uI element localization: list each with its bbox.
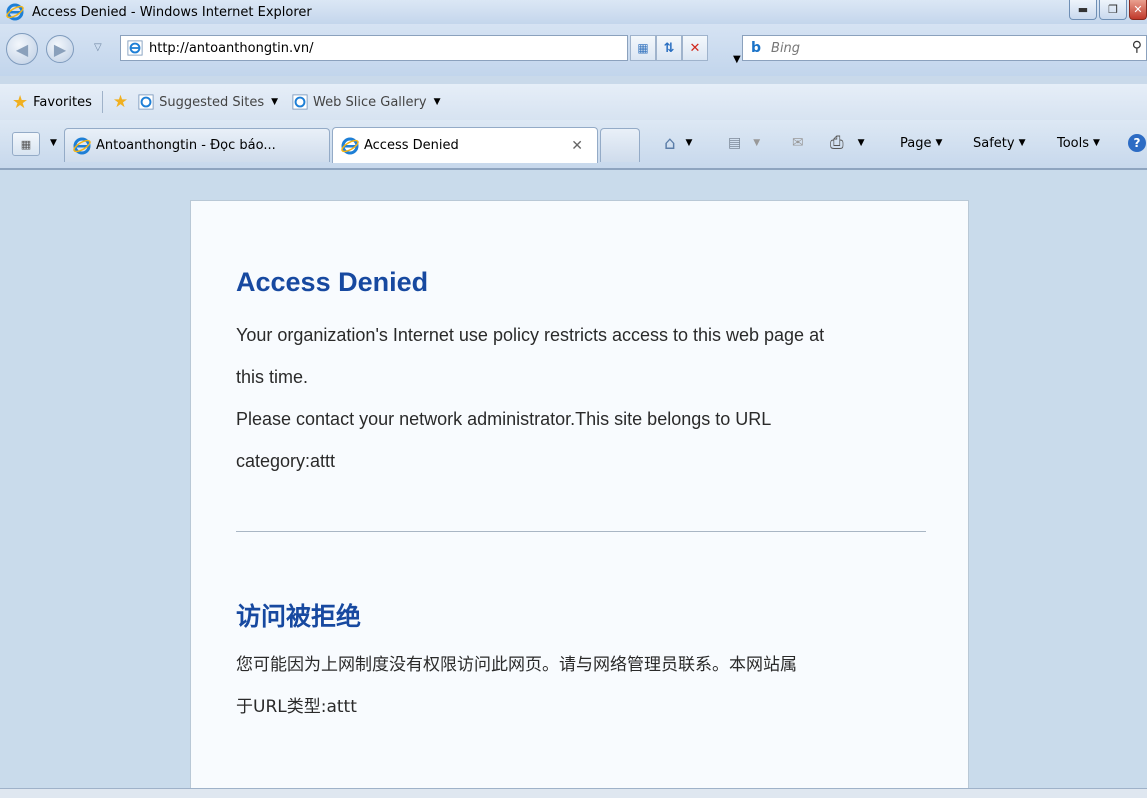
ie-page-icon xyxy=(292,94,308,110)
read-mail-button[interactable]: ✉ xyxy=(792,128,804,158)
tools-menu-label: Tools xyxy=(1057,135,1090,151)
chevron-down-icon: ▼ xyxy=(271,97,279,107)
minimize-button[interactable]: ▬ xyxy=(1069,0,1097,20)
page-title-chinese: 访问被拒绝 xyxy=(236,602,362,631)
message-english-line-3: Please contact your network administrato… xyxy=(236,409,772,429)
back-button[interactable]: ◀ xyxy=(6,33,38,65)
help-button[interactable]: ? xyxy=(1128,128,1146,158)
feeds-button[interactable]: ▤ ▼ xyxy=(728,128,760,158)
add-to-favorites-bar-button[interactable]: ★ xyxy=(113,92,128,112)
internet-explorer-icon xyxy=(73,137,91,154)
page-viewport: Access Denied Your organization's Intern… xyxy=(0,168,1147,798)
favorites-button[interactable]: ★ Favorites xyxy=(12,92,92,113)
page-menu-label: Page xyxy=(900,135,932,151)
search-icon[interactable]: ⚲ xyxy=(1132,39,1142,55)
chevron-down-icon: ▼ xyxy=(433,97,441,107)
quick-tabs-icon: ▦ xyxy=(20,137,32,151)
tab-access-denied[interactable]: Access Denied ✕ xyxy=(332,127,598,163)
quick-tabs-button[interactable]: ▦ xyxy=(12,132,40,156)
bing-logo-icon: b xyxy=(751,40,762,56)
chevron-down-icon: ▼ xyxy=(1018,138,1026,148)
favorites-bar: ★ Favorites ★ Suggested Sites ▼ Web Slic… xyxy=(0,84,1147,120)
back-arrow-icon: ◀ xyxy=(15,39,29,59)
home-button[interactable]: ⌂ ▼ xyxy=(664,128,692,158)
page-menu[interactable]: Page ▼ xyxy=(900,128,942,158)
internet-explorer-icon xyxy=(341,137,359,154)
rss-feed-icon: ▤ xyxy=(728,135,742,151)
navigation-bar: ◀ ▶ ▽ http://antoanthongtin.vn/ ▼ ▦ ⇅ ✕ … xyxy=(0,24,1147,76)
stop-button[interactable]: ✕ xyxy=(682,35,708,61)
suggested-sites-link[interactable]: Suggested Sites ▼ xyxy=(138,94,278,110)
compatibility-view-button[interactable]: ▦ xyxy=(630,35,656,61)
tab-antoanthongtin[interactable]: Antoanthongtin - Đọc báo... xyxy=(64,128,330,162)
address-url: http://antoanthongtin.vn/ xyxy=(149,40,314,56)
tab-bar: ▦ ▼ Antoanthongtin - Đọc báo... Access D… xyxy=(0,120,1147,168)
message-chinese-line-2: 于URL类型:attt xyxy=(236,697,357,717)
divider xyxy=(236,531,926,532)
tab-label: Antoanthongtin - Đọc báo... xyxy=(96,138,276,153)
restore-button[interactable]: ❐ xyxy=(1099,0,1127,20)
ie-page-icon xyxy=(138,94,154,110)
status-bar xyxy=(0,788,1147,798)
refresh-icon: ⇅ xyxy=(663,40,675,56)
message-chinese-line-1: 您可能因为上网制度没有权限访问此网页。请与网络管理员联系。本网站属 xyxy=(236,655,797,675)
page-icon xyxy=(127,40,143,56)
compatibility-view-icon: ▦ xyxy=(637,41,649,55)
home-icon: ⌂ xyxy=(664,132,676,154)
new-tab-button[interactable] xyxy=(600,128,640,162)
print-button[interactable]: ⎙ ▼ xyxy=(830,128,865,158)
favorites-star-icon: ★ xyxy=(12,91,29,113)
restore-icon: ❐ xyxy=(1108,3,1118,16)
address-bar[interactable]: http://antoanthongtin.vn/ ▼ xyxy=(120,35,741,65)
chevron-down-icon: ▼ xyxy=(753,138,761,148)
message-english-line-2: this time. xyxy=(236,367,309,387)
close-tab-icon[interactable]: ✕ xyxy=(571,138,583,154)
mail-icon: ✉ xyxy=(792,135,804,151)
chevron-down-icon: ▼ xyxy=(857,138,865,148)
help-icon: ? xyxy=(1128,134,1146,152)
suggested-sites-label: Suggested Sites xyxy=(159,94,265,110)
safety-menu[interactable]: Safety ▼ xyxy=(973,128,1026,158)
message-english-line-4: category:attt xyxy=(236,451,336,471)
web-slice-gallery-label: Web Slice Gallery xyxy=(313,94,427,110)
refresh-button[interactable]: ⇅ xyxy=(656,35,682,61)
recent-pages-dropdown-icon[interactable]: ▽ xyxy=(94,42,102,53)
page-title-english: Access Denied xyxy=(236,267,429,297)
minimize-icon: ▬ xyxy=(1077,3,1089,16)
chevron-down-icon: ▼ xyxy=(1093,138,1100,148)
tab-list-dropdown-icon[interactable]: ▼ xyxy=(50,138,57,148)
chevron-down-icon: ▼ xyxy=(935,138,943,148)
separator xyxy=(101,91,103,113)
close-window-button[interactable]: ✕ xyxy=(1129,0,1147,20)
message-english-line-1: Your organization's Internet use policy … xyxy=(236,325,825,345)
forward-button[interactable]: ▶ xyxy=(46,35,74,63)
close-icon: ✕ xyxy=(1133,3,1143,16)
safety-menu-label: Safety xyxy=(973,135,1015,151)
add-favorite-star-icon: ★ xyxy=(112,92,129,112)
favorites-label: Favorites xyxy=(33,94,92,110)
forward-arrow-icon: ▶ xyxy=(53,39,67,59)
access-denied-card: Access Denied Your organization's Intern… xyxy=(190,200,969,798)
printer-icon: ⎙ xyxy=(830,133,844,153)
tools-menu[interactable]: Tools ▼ xyxy=(1057,128,1100,158)
search-placeholder: Bing xyxy=(771,40,801,56)
search-box[interactable]: b Bing ⚲ xyxy=(742,35,1147,61)
stop-icon: ✕ xyxy=(689,40,701,56)
window-title-bar: Access Denied - Windows Internet Explore… xyxy=(0,0,1147,24)
web-slice-gallery-link[interactable]: Web Slice Gallery ▼ xyxy=(292,94,440,110)
tab-label: Access Denied xyxy=(364,138,459,153)
internet-explorer-icon xyxy=(6,3,24,21)
window-title: Access Denied - Windows Internet Explore… xyxy=(32,4,312,20)
chevron-down-icon: ▼ xyxy=(685,138,693,148)
address-dropdown-icon[interactable]: ▼ xyxy=(733,54,741,65)
